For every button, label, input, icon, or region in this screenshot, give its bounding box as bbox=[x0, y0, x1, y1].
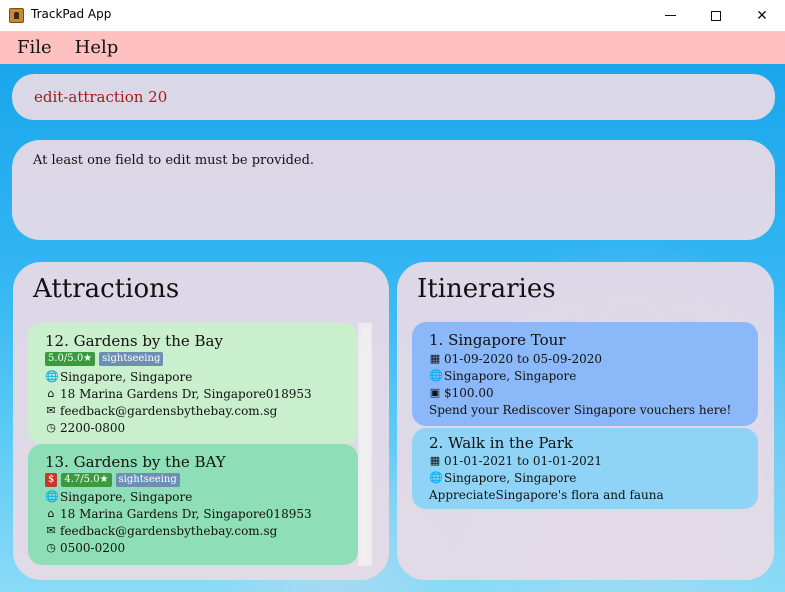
itinerary-name: 1. Singapore Tour bbox=[429, 331, 566, 349]
attraction-email: ✉ feedback@gardensbythebay.com.sg bbox=[45, 404, 277, 418]
globe-icon: 🌐 bbox=[45, 370, 59, 383]
itinerary-budget: ▣ $100.00 bbox=[429, 386, 494, 400]
attraction-address: ⌂ 18 Marina Gardens Dr, Singapore018953 bbox=[45, 387, 312, 401]
itinerary-location: 🌐 Singapore, Singapore bbox=[429, 369, 576, 383]
command-box[interactable]: edit-attraction 20 bbox=[12, 74, 775, 120]
title-bar: TrackPad App ✕ bbox=[0, 0, 785, 31]
result-display: At least one field to edit must be provi… bbox=[12, 140, 775, 240]
attraction-location: 🌐 Singapore, Singapore bbox=[45, 490, 192, 504]
description-text: AppreciateSingapore's flora and fauna bbox=[429, 488, 664, 502]
attraction-name: 13. Gardens by the BAY bbox=[45, 453, 226, 471]
location-text: Singapore, Singapore bbox=[60, 490, 193, 504]
email-text: feedback@gardensbythebay.com.sg bbox=[60, 404, 278, 418]
dates-text: 01-09-2020 to 05-09-2020 bbox=[444, 352, 603, 366]
menu-help[interactable]: Help bbox=[75, 37, 119, 58]
calendar-icon: ▦ bbox=[429, 352, 441, 365]
attraction-location: 🌐 Singapore, Singapore bbox=[45, 370, 192, 384]
attraction-hours: ◷ 2200-0800 bbox=[45, 421, 125, 435]
address-text: 18 Marina Gardens Dr, Singapore018953 bbox=[60, 387, 312, 401]
attraction-hours: ◷ 0500-0200 bbox=[45, 541, 125, 555]
money-icon: ▣ bbox=[429, 386, 441, 399]
globe-icon: 🌐 bbox=[45, 490, 59, 503]
attraction-card[interactable]: 13. Gardens by the BAY $ 4.7/5.0★ sights… bbox=[28, 444, 358, 565]
app-icon bbox=[9, 8, 24, 23]
address-text: 18 Marina Gardens Dr, Singapore018953 bbox=[60, 507, 312, 521]
attractions-title: Attractions bbox=[33, 274, 180, 304]
minimize-button[interactable] bbox=[647, 0, 693, 31]
clock-icon: ◷ bbox=[46, 421, 56, 434]
globe-icon: 🌐 bbox=[429, 369, 443, 382]
email-text: feedback@gardensbythebay.com.sg bbox=[60, 524, 278, 538]
attractions-scroll-thumb[interactable] bbox=[361, 327, 370, 562]
maximize-button[interactable] bbox=[693, 0, 739, 31]
itinerary-dates: ▦ 01-09-2020 to 05-09-2020 bbox=[429, 352, 602, 366]
itineraries-title: Itineraries bbox=[417, 274, 556, 304]
globe-icon: 🌐 bbox=[429, 471, 443, 484]
itinerary-description: Spend your Rediscover Singapore vouchers… bbox=[429, 403, 731, 417]
attraction-name: 12. Gardens by the Bay bbox=[45, 332, 223, 350]
close-button[interactable]: ✕ bbox=[739, 0, 785, 31]
home-icon: ⌂ bbox=[47, 507, 55, 520]
maximize-icon bbox=[711, 10, 721, 21]
hours-text: 2200-0800 bbox=[60, 421, 126, 435]
rating-badge: 4.7/5.0★ bbox=[61, 473, 112, 487]
itinerary-name: 2. Walk in the Park bbox=[429, 434, 573, 452]
attraction-address: ⌂ 18 Marina Gardens Dr, Singapore018953 bbox=[45, 507, 312, 521]
attraction-email: ✉ feedback@gardensbythebay.com.sg bbox=[45, 524, 277, 538]
attraction-tags: $ 4.7/5.0★ sightseeing bbox=[45, 473, 184, 487]
location-text: Singapore, Singapore bbox=[444, 471, 577, 485]
itinerary-dates: ▦ 01-01-2021 to 01-01-2021 bbox=[429, 454, 602, 468]
location-text: Singapore, Singapore bbox=[444, 369, 577, 383]
location-text: Singapore, Singapore bbox=[60, 370, 193, 384]
window-title: TrackPad App bbox=[31, 7, 112, 21]
rating-badge: 5.0/5.0★ bbox=[45, 352, 96, 366]
hours-text: 0500-0200 bbox=[60, 541, 126, 555]
menu-file[interactable]: File bbox=[17, 37, 52, 58]
tag-badge: sightseeing bbox=[115, 473, 180, 487]
itinerary-card[interactable]: 1. Singapore Tour ▦ 01-09-2020 to 05-09-… bbox=[412, 322, 758, 426]
minimize-icon bbox=[664, 15, 676, 16]
calendar-icon: ▦ bbox=[429, 454, 441, 467]
itinerary-location: 🌐 Singapore, Singapore bbox=[429, 471, 576, 485]
itinerary-card[interactable]: 2. Walk in the Park ▦ 01-01-2021 to 01-0… bbox=[412, 428, 758, 509]
envelope-icon: ✉ bbox=[46, 404, 56, 417]
itinerary-description: AppreciateSingapore's flora and fauna bbox=[429, 488, 664, 502]
price-badge: $ bbox=[45, 473, 58, 487]
tag-badge: sightseeing bbox=[99, 352, 164, 366]
description-text: Spend your Rediscover Singapore vouchers… bbox=[429, 403, 732, 417]
clock-icon: ◷ bbox=[46, 541, 56, 554]
command-input[interactable]: edit-attraction 20 bbox=[34, 88, 167, 106]
close-icon: ✕ bbox=[756, 7, 768, 24]
menu-bar: File Help bbox=[0, 31, 785, 64]
budget-text: $100.00 bbox=[444, 386, 494, 400]
attraction-card[interactable]: 12. Gardens by the Bay 5.0/5.0★ sightsee… bbox=[28, 323, 358, 444]
envelope-icon: ✉ bbox=[46, 524, 56, 537]
dates-text: 01-01-2021 to 01-01-2021 bbox=[444, 454, 603, 468]
home-icon: ⌂ bbox=[47, 387, 55, 400]
attraction-tags: 5.0/5.0★ sightseeing bbox=[45, 352, 167, 366]
result-message: At least one field to edit must be provi… bbox=[33, 153, 315, 168]
